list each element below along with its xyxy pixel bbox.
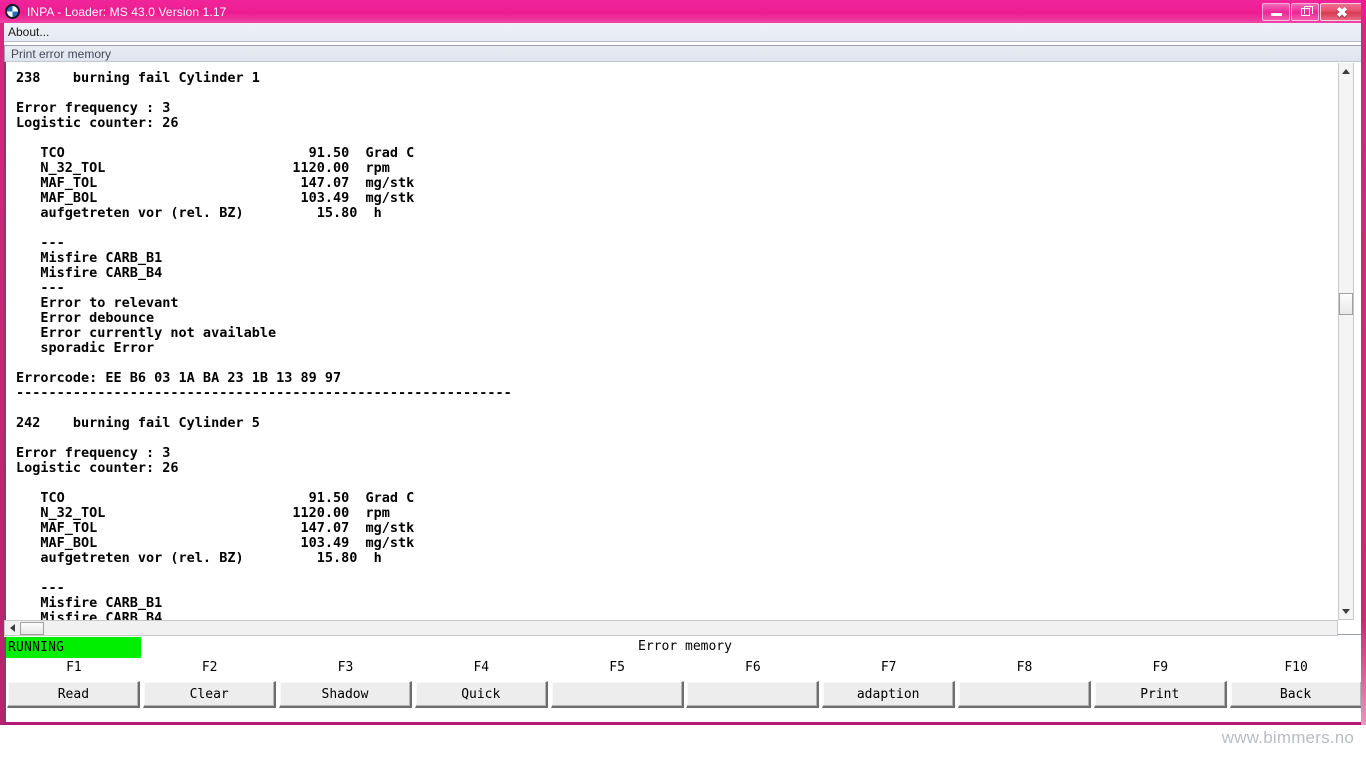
fkey-label-f4: F4 bbox=[473, 660, 490, 675]
bmw-roundel-icon bbox=[5, 4, 20, 19]
status-badge: RUNNING bbox=[6, 637, 141, 658]
status-row: Error memory RUNNING bbox=[6, 637, 1361, 659]
pane-header: Print error memory bbox=[5, 46, 1361, 62]
fkey-cell-f1: F1 Read bbox=[6, 660, 142, 708]
window-titlebar: INPA - Loader: MS 43.0 Version 1.17 ✖ bbox=[0, 0, 1366, 23]
error-memory-text: 238 burning fail Cylinder 1 Error freque… bbox=[16, 70, 512, 621]
menu-item-about[interactable]: About... bbox=[0, 24, 55, 41]
status-badge-label: RUNNING bbox=[8, 640, 65, 655]
restore-button[interactable] bbox=[1291, 2, 1319, 21]
fkey-button-adaption[interactable]: adaption bbox=[822, 681, 956, 708]
vertical-scrollbar[interactable] bbox=[1338, 63, 1354, 620]
restore-icon bbox=[1300, 5, 1313, 16]
fkey-label-f3: F3 bbox=[337, 660, 354, 675]
fkey-cell-f2: F2 Clear bbox=[142, 660, 278, 708]
fkey-cell-f5: F5 bbox=[549, 660, 685, 708]
fkey-label-f10: F10 bbox=[1284, 660, 1308, 675]
fkey-button-f8-empty[interactable] bbox=[957, 681, 1091, 708]
fkey-button-print[interactable]: Print bbox=[1093, 681, 1227, 708]
minimize-icon bbox=[1270, 12, 1282, 16]
desktop-strip bbox=[0, 725, 1366, 768]
fkey-cell-f10: F10 Back bbox=[1228, 660, 1364, 708]
fkey-button-clear[interactable]: Clear bbox=[143, 681, 277, 708]
fkey-cell-f4: F4 Quick bbox=[413, 660, 549, 708]
error-memory-output-panel: 238 burning fail Cylinder 1 Error freque… bbox=[4, 62, 1362, 620]
fkey-cell-f6: F6 bbox=[685, 660, 821, 708]
inpa-loader-window: INPA - Loader: MS 43.0 Version 1.17 ✖ Ab… bbox=[0, 0, 1366, 768]
fkey-label-f6: F6 bbox=[745, 660, 761, 675]
fkey-cell-f9: F9 Print bbox=[1092, 660, 1228, 708]
pane-title: Print error memory bbox=[11, 46, 112, 61]
vertical-scrollbar-thumb[interactable] bbox=[1339, 293, 1353, 315]
window-left-edge bbox=[0, 23, 4, 725]
horizontal-scrollbar-thumb[interactable] bbox=[20, 621, 44, 635]
fkey-button-read[interactable]: Read bbox=[7, 681, 141, 708]
fkey-button-back[interactable]: Back bbox=[1229, 681, 1363, 708]
close-icon: ✖ bbox=[1336, 3, 1348, 20]
watermark: www.bimmers.no bbox=[1221, 728, 1354, 747]
minimize-button[interactable] bbox=[1262, 2, 1290, 21]
screen-title: Error memory bbox=[638, 639, 732, 654]
fkey-label-f7: F7 bbox=[880, 660, 897, 675]
titlebar-left-group: INPA - Loader: MS 43.0 Version 1.17 bbox=[0, 4, 1261, 19]
fkey-button-f5-empty[interactable] bbox=[550, 681, 684, 708]
chevron-down-icon bbox=[1342, 608, 1350, 614]
fkey-cell-f7: F7 adaption bbox=[821, 660, 957, 708]
fkey-label-f1: F1 bbox=[66, 660, 82, 675]
window-controls: ✖ bbox=[1261, 0, 1366, 23]
fkey-label-f5: F5 bbox=[609, 660, 625, 675]
scroll-down-button[interactable] bbox=[1339, 603, 1353, 619]
bottom-panel: Error memory RUNNING F1 Read F2 Clear F3… bbox=[4, 637, 1364, 722]
chevron-up-icon bbox=[1342, 68, 1350, 74]
fkey-button-quick[interactable]: Quick bbox=[414, 681, 548, 708]
window-title: INPA - Loader: MS 43.0 Version 1.17 bbox=[27, 4, 227, 19]
fkey-button-f6-empty[interactable] bbox=[686, 681, 820, 708]
fkey-button-shadow[interactable]: Shadow bbox=[278, 681, 412, 708]
fkey-cell-f8: F8 bbox=[957, 660, 1093, 708]
fkey-label-f8: F8 bbox=[1016, 660, 1033, 675]
function-key-bar: F1 Read F2 Clear F3 Shadow F4 Quick F5 F… bbox=[6, 660, 1364, 708]
horizontal-scrollbar[interactable] bbox=[4, 620, 1338, 636]
fkey-label-f2: F2 bbox=[201, 660, 218, 675]
scroll-left-button[interactable] bbox=[5, 621, 20, 635]
chevron-left-icon bbox=[10, 624, 15, 632]
fkey-label-f9: F9 bbox=[1152, 660, 1169, 675]
close-button[interactable]: ✖ bbox=[1320, 2, 1364, 21]
menubar: About... bbox=[0, 23, 1366, 42]
fkey-cell-f3: F3 Shadow bbox=[278, 660, 414, 708]
window-right-edge bbox=[1361, 0, 1366, 768]
scroll-up-button[interactable] bbox=[1339, 63, 1353, 79]
